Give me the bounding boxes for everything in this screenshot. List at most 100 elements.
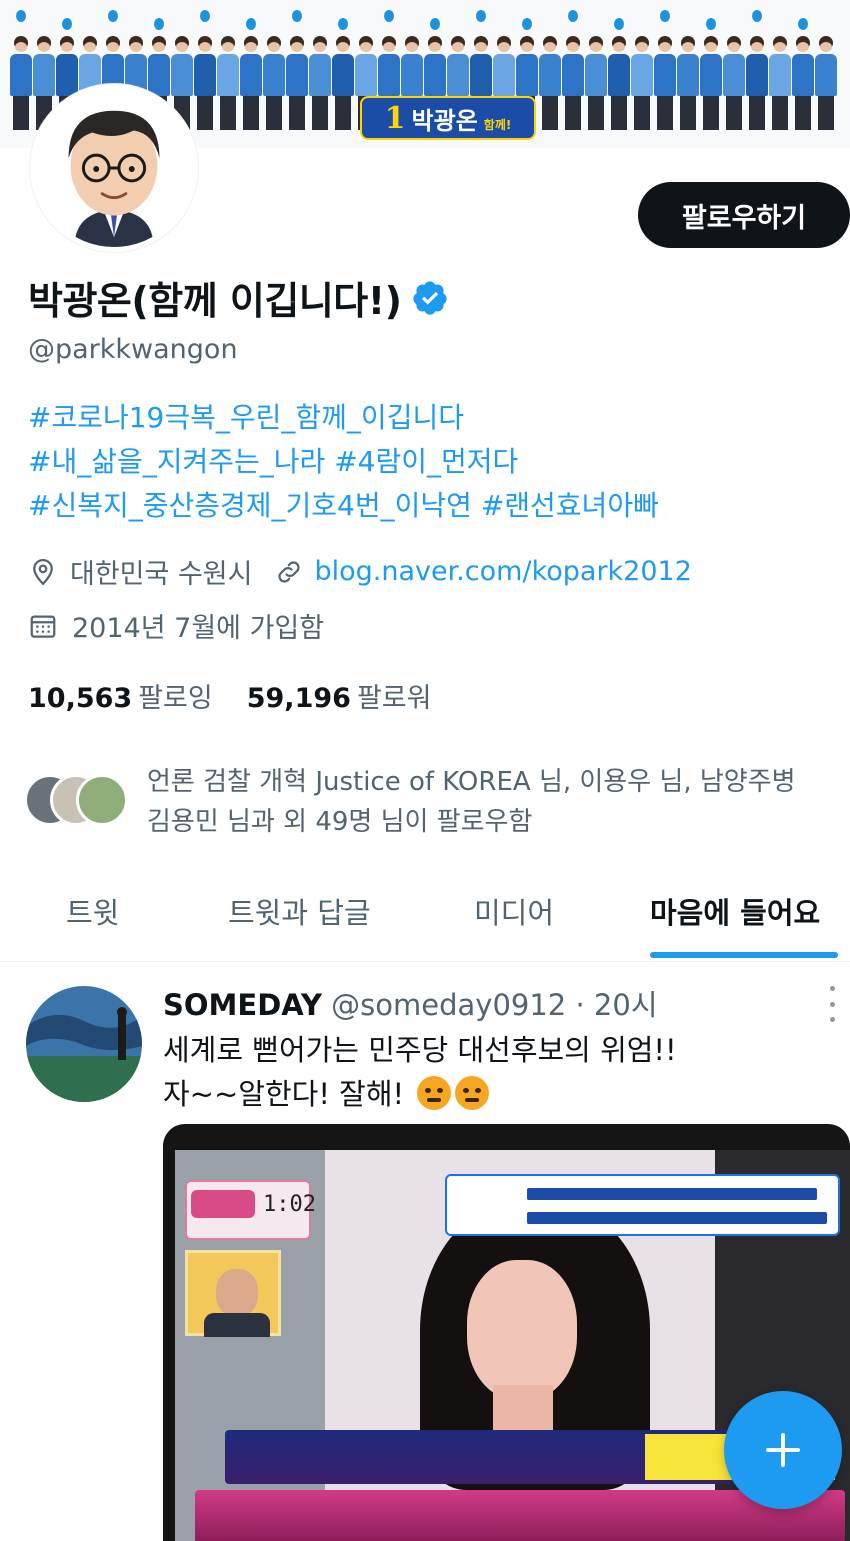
tweet-separator: ·	[575, 988, 585, 1022]
banner-balloon	[476, 10, 486, 22]
followers-you-know-line: 김용민 님과 외 49명 님이 팔로우함	[147, 807, 533, 837]
banner-person	[769, 36, 791, 130]
profile-joined-date: 2014년 7월에 가입함	[72, 613, 325, 644]
banner-balloon	[522, 18, 532, 30]
angry-face-icon	[417, 1076, 452, 1110]
followers-count: 59,196	[246, 683, 351, 714]
banner-logo-sub: 함께!	[483, 117, 512, 132]
compose-tweet-button[interactable]	[724, 1391, 842, 1509]
tv-program-logo-tag	[191, 1190, 255, 1218]
tweet-author-name[interactable]: SOMEDAY	[163, 988, 322, 1022]
banner-balloon	[338, 18, 348, 30]
following-count: 10,563	[28, 683, 133, 714]
banner-person	[700, 36, 722, 130]
profile-location: 대한민국 수원시	[70, 559, 253, 590]
link-icon	[278, 560, 301, 583]
presenter-suit	[204, 1313, 270, 1337]
photo-face	[467, 1260, 577, 1400]
tweet-more-icon[interactable]	[826, 986, 838, 1022]
banner-person	[746, 36, 768, 130]
banner-balloon	[108, 10, 118, 22]
banner-person	[286, 36, 308, 130]
avatar-illustration	[35, 89, 193, 247]
display-name: 박광온(함께 이깁니다!)	[28, 279, 402, 323]
banner-person	[608, 36, 630, 130]
tweet-author-avatar[interactable]	[26, 986, 142, 1102]
banner-balloon	[706, 18, 716, 30]
followers-you-know[interactable]: 언론 검찰 개혁 Justice of KOREA 님, 이용우 님, 남양주병…	[20, 762, 850, 842]
tv-headline-line	[527, 1188, 817, 1200]
profile-name-row: 박광온(함께 이깁니다!)	[28, 270, 449, 325]
tab-tweets[interactable]: 트윗	[66, 890, 119, 932]
banner-person	[585, 36, 607, 130]
banner-balloon	[430, 18, 440, 30]
tweet-text-line: 자~~알한다! 잘해!	[163, 1077, 405, 1111]
profile-avatar[interactable]	[30, 84, 198, 252]
banner-person	[723, 36, 745, 130]
followers-you-know-text: 언론 검찰 개혁 Justice of KOREA 님, 이용우 님, 남양주병…	[147, 762, 796, 842]
banner-logo-text: 박광온	[411, 106, 478, 135]
tweet-text-line: 세계로 뻗어가는 민주당 대선후보의 위엄!!	[163, 1033, 677, 1067]
profile-website-link[interactable]: blog.naver.com/kopark2012	[314, 556, 691, 587]
banner-balloon	[16, 10, 26, 22]
bio-hashtag-line[interactable]: #신복지_중산층경제_기호4번_이낙연 #랜선효녀아빠	[28, 484, 659, 528]
bio-hashtag-line[interactable]: #내_삶을_지켜주는_나라 #4람이_먼저다	[28, 440, 659, 484]
follow-button[interactable]: 팔로우하기	[638, 182, 850, 248]
tv-program-logo: 1:02	[185, 1180, 316, 1240]
banner-balloon	[568, 10, 578, 22]
banner-balloon	[614, 18, 624, 30]
profile-bio: #코로나19극복_우린_함께_이깁니다 #내_삶을_지켜주는_나라 #4람이_먼…	[28, 396, 659, 528]
tweet-time[interactable]: 20시	[594, 988, 658, 1022]
tweet-header: SOMEDAY @someday0912 · 20시	[163, 982, 658, 1024]
banner-balloon	[660, 10, 670, 22]
following-count-link[interactable]: 10,563 팔로잉	[28, 676, 213, 715]
followers-you-know-avatars	[24, 774, 144, 832]
banner-person	[631, 36, 653, 130]
follower-avatar	[76, 774, 128, 826]
banner-person	[562, 36, 584, 130]
presenter-face	[216, 1269, 258, 1317]
profile-handle: @parkkwangon	[28, 334, 238, 365]
tv-timer: 1:02	[263, 1192, 316, 1217]
tweet-author-handle[interactable]: @someday0912	[331, 988, 566, 1022]
banner-person	[677, 36, 699, 130]
tv-headline-line	[527, 1212, 827, 1224]
banner-balloon	[200, 10, 210, 22]
tab-likes[interactable]: 마음에 들어요	[650, 890, 820, 932]
tweet-avatar-image	[26, 986, 142, 1102]
banner-person	[10, 36, 32, 130]
banner-balloon	[798, 18, 808, 30]
banner-person	[240, 36, 262, 130]
tv-inset-presenter	[185, 1250, 281, 1337]
tweet-text: 세계로 뻗어가는 민주당 대선후보의 위엄!! 자~~알한다! 잘해!	[163, 1028, 677, 1116]
tab-tweets-and-replies[interactable]: 트윗과 답글	[228, 890, 371, 932]
tv-headline-box	[445, 1174, 840, 1236]
banner-person	[654, 36, 676, 130]
profile-joined-row: 2014년 7월에 가입함	[28, 606, 324, 645]
banner-logo: 1 박광온 함께!	[360, 96, 536, 140]
banner-balloon	[384, 10, 394, 22]
banner-person	[792, 36, 814, 130]
profile-tabs: 트윗 트윗과 답글 미디어 마음에 들어요	[0, 872, 850, 962]
bio-hashtag-line[interactable]: #코로나19극복_우린_함께_이깁니다	[28, 396, 659, 440]
followers-count-link[interactable]: 59,196 팔로워	[247, 676, 432, 715]
verified-badge-icon[interactable]	[411, 279, 449, 317]
active-tab-indicator	[650, 952, 838, 958]
followers-you-know-line: 언론 검찰 개혁 Justice of KOREA 님, 이용우 님, 남양주병	[147, 767, 796, 797]
followers-label: 팔로워	[356, 683, 432, 714]
following-label: 팔로잉	[138, 683, 213, 714]
banner-person	[309, 36, 331, 130]
banner-logo-number: 1	[384, 100, 406, 136]
plus-icon	[766, 1433, 800, 1467]
tweet-text-line-2: 자~~알한다! 잘해!	[163, 1072, 677, 1116]
tab-media[interactable]: 미디어	[474, 890, 554, 932]
banner-balloon	[62, 18, 72, 30]
profile-follow-counts: 10,563 팔로잉 59,196 팔로워	[28, 676, 431, 715]
location-pin-icon	[33, 558, 53, 585]
banner-person	[332, 36, 354, 130]
banner-balloon	[246, 18, 256, 30]
banner-person	[263, 36, 285, 130]
banner-balloon	[292, 10, 302, 22]
banner-balloon	[154, 18, 164, 30]
banner-balloon	[752, 10, 762, 22]
